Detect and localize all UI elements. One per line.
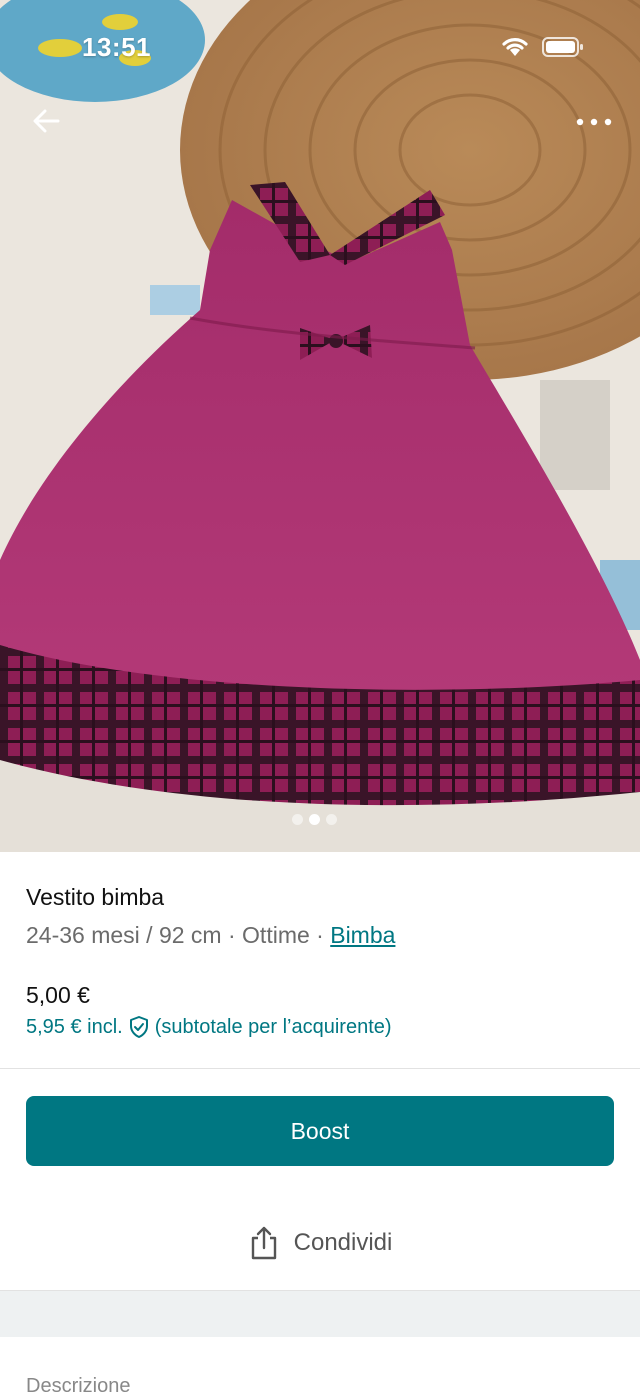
gallery-pagination[interactable] [292,814,337,825]
item-meta: 24-36 mesi / 92 cm · Ottime · Bimba [26,918,616,952]
share-label: Condividi [293,1229,393,1256]
wifi-icon [502,38,528,56]
more-horizontal-icon[interactable] [574,112,614,132]
gallery-dot[interactable] [326,814,337,825]
gallery-dot-active[interactable] [309,814,320,825]
item-info: Vestito bimba 24-36 mesi / 92 cm · Ottim… [26,880,616,952]
item-category-link[interactable]: Bimba [330,922,395,948]
arrow-left-icon[interactable] [30,104,64,138]
item-condition: Ottime [242,922,310,948]
divider [0,1068,640,1069]
description-heading: Descrizione [26,1375,131,1397]
shield-check-icon [129,1016,148,1038]
boost-button[interactable]: Boost [26,1096,614,1166]
gallery-dot[interactable] [292,814,303,825]
battery-icon [542,37,583,57]
section-separator [0,1290,640,1337]
meta-separator: · [309,922,331,948]
share-icon [251,1226,276,1260]
item-title: Vestito bimba [26,884,165,910]
price-incl: 5,95 € incl. [26,1016,123,1038]
item-price: 5,00 € [26,982,90,1008]
item-size: 24-36 mesi / 92 cm [26,922,222,948]
meta-separator: · [221,922,243,948]
dress-image [0,0,640,852]
status-bar: 13:51 [0,0,640,96]
status-time: 13:51 [82,32,151,62]
product-photo[interactable]: 13:51 [0,0,640,852]
share-button[interactable]: Condividi [0,1210,640,1276]
buyer-price-info[interactable]: 5,95 € incl. (subtotale per l’acquirente… [26,1012,392,1042]
price-incl-note: (subtotale per l’acquirente) [154,1016,392,1038]
